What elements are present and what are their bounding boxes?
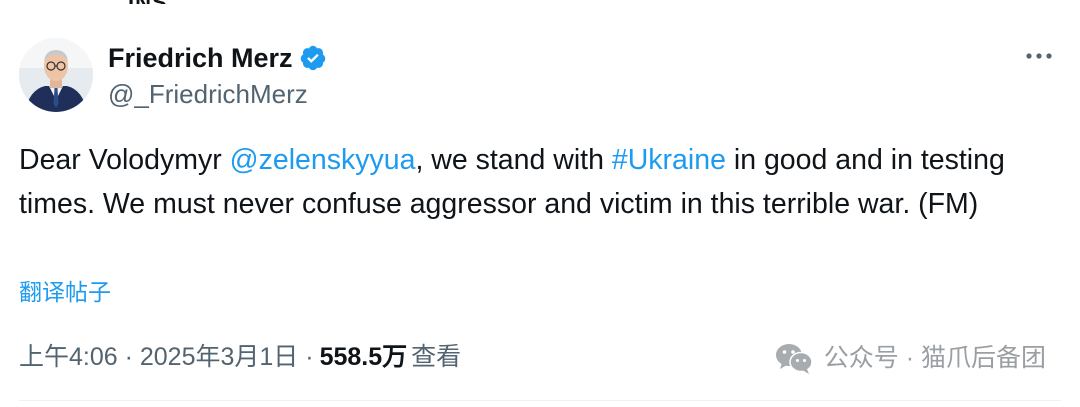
tweet-meta: 上午4:06 · 2025年3月1日 · 558.5万 查看 [19, 339, 461, 375]
timestamp[interactable]: 上午4:06 · 2025年3月1日 · [19, 339, 314, 375]
wechat-icon [775, 344, 813, 374]
display-name[interactable]: Friedrich Merz [108, 40, 293, 76]
avatar[interactable] [19, 38, 93, 112]
watermark: 公众号 · 猫爪后备团 [774, 340, 1046, 376]
text-segment: Dear Volodymyr [19, 144, 230, 176]
divider [19, 400, 1061, 401]
text-segment: , we stand with [415, 144, 612, 176]
author-name-row: Friedrich Merz [108, 40, 327, 76]
verified-badge-icon [300, 45, 325, 71]
author-handle[interactable]: @_FriedrichMerz [108, 78, 308, 110]
tweet-text: Dear Volodymyr @zelenskyyua, we stand wi… [19, 138, 1049, 226]
clipped-previous-text: INS [128, 0, 188, 4]
hashtag-link[interactable]: #Ukraine [612, 144, 726, 176]
views-count: 558.5万 [319, 343, 408, 371]
views-label: 查看 [411, 343, 462, 371]
more-options-icon[interactable] [1024, 44, 1054, 68]
watermark-text: 公众号 · 猫爪后备团 [823, 344, 1046, 372]
translate-post-link[interactable]: 翻译帖子 [19, 276, 111, 308]
mention-link[interactable]: @zelenskyyua [230, 144, 416, 176]
